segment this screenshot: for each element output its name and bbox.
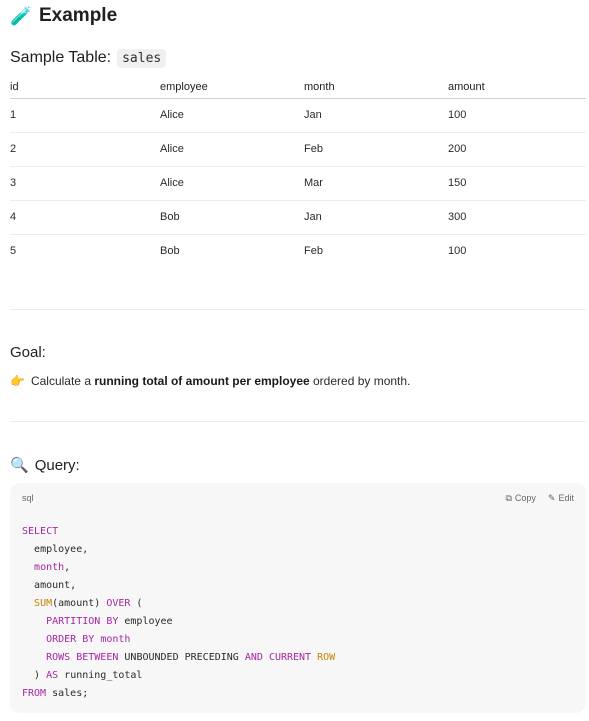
code-actions: ⧉ Copy ✎ Edit [505,493,574,504]
section-title-example: 🧪 Example [10,4,117,28]
code-line: employee, [34,544,89,555]
table-cell: 4 [10,200,160,235]
table-row: 2 Alice Feb 200 [10,132,586,167]
test-tube-icon: 🧪 [10,5,33,26]
table-cell: 3 [10,166,160,201]
goal-text-suffix: ordered by month. [309,374,411,388]
code-line: SELECT [22,526,59,537]
query-heading: 🔍 Query: [10,455,80,475]
query-title: Query: [34,456,80,474]
table-row: 1 Alice Jan 100 [10,98,586,133]
table-cell: 200 [448,132,586,167]
table-header-row: id employee month amount [10,76,586,99]
table-cell: 100 [448,245,467,258]
code-line: ROWS BETWEEN UNBOUNDED PRECEDING AND CUR… [46,652,336,663]
section-title-text: Example [39,5,118,26]
code-line: SUM(amount) OVER ( [34,598,143,609]
table-cell: 5 [10,245,17,258]
goal-heading: Goal: [10,343,46,361]
code-line: ORDER BY month [46,634,131,645]
sample-table-label: Sample Table: [10,49,112,66]
copy-code-button[interactable]: ⧉ Copy [505,493,535,504]
table-row: 4 Bob Jan 300 [10,200,586,235]
goal-description: 👉 Calculate a running total of amount pe… [10,372,410,390]
code-block-header: sql ⧉ Copy ✎ Edit [22,491,574,505]
code-line: FROM sales; [22,688,89,699]
table-row: 3 Alice Mar 150 [10,166,586,201]
edit-code-button[interactable]: ✎ Edit [548,493,574,504]
table-cell: Alice [160,98,304,133]
column-header-id: id [10,76,160,99]
table-row: 5 Bob Feb 100 [10,234,586,268]
code-line: amount, [34,580,77,591]
table-cell: Jan [304,200,448,235]
table-cell: Feb [304,245,323,258]
section-divider [10,421,586,422]
copy-label: Copy [514,493,536,503]
edit-icon: ✎ [547,492,556,503]
table-cell: Feb [304,132,448,167]
table-cell: 2 [10,132,160,167]
copy-icon: ⧉ [505,492,512,503]
code-language-label: sql [22,493,34,503]
table-cell: Bob [160,200,304,235]
table-cell: Bob [160,245,180,258]
goal-text-prefix: Calculate a [30,374,95,388]
column-header-amount: amount [448,76,586,99]
sql-code: SELECT employee, month, amount, SUM(amou… [22,523,335,703]
table-cell: 300 [448,200,586,235]
table-name-code: sales [117,48,167,68]
goal-text-bold: running total of amount per employee [94,374,310,388]
edit-label: Edit [558,493,574,503]
column-header-month: month [304,76,448,99]
magnifier-icon: 🔍 [10,457,29,474]
table-cell: 1 [10,98,160,133]
table-cell: 100 [448,98,586,133]
sample-table-heading: Sample Table: sales [10,47,167,69]
code-line: ) AS running_total [22,670,143,681]
pointing-hand-icon: 👉 [10,374,25,388]
section-divider [10,309,586,310]
table-cell: Jan [304,98,448,133]
code-block: sql ⧉ Copy ✎ Edit SELECT employee, month… [10,483,586,713]
code-line: PARTITION BY employee [46,616,173,627]
table-cell: Mar [304,166,448,201]
column-header-employee: employee [160,76,304,99]
table-cell: 150 [448,166,586,201]
code-line: month, [34,562,71,573]
table-cell: Alice [160,166,304,201]
sample-table: id employee month amount 1 Alice Jan 100… [10,76,586,268]
table-cell: Alice [160,132,304,167]
